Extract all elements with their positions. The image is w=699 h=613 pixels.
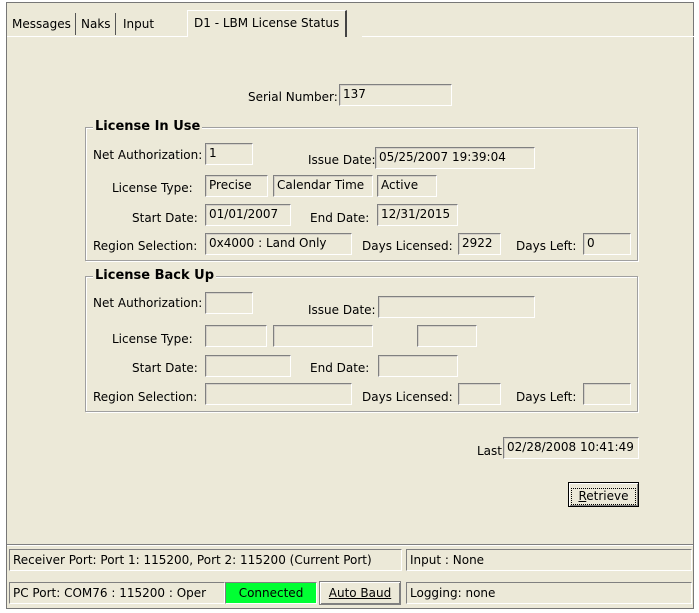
in-use-start-date-field: 01/01/2007 bbox=[205, 204, 291, 226]
in-use-end-date-label: End Date: bbox=[310, 211, 370, 225]
in-use-net-auth-label: Net Authorization: bbox=[93, 148, 203, 162]
pc-port-status: PC Port: COM76 : 115200 : Oper bbox=[9, 582, 225, 604]
backup-start-date-label: Start Date: bbox=[132, 361, 198, 375]
backup-license-type-field-1 bbox=[205, 325, 267, 347]
pc-port-value: COM76 : 115200 : Oper bbox=[64, 586, 207, 600]
backup-days-licensed-field bbox=[458, 383, 501, 405]
tab-strip: Messages Naks Input D1 - LBM License Sta… bbox=[7, 3, 694, 37]
in-use-days-licensed-label: Days Licensed: bbox=[362, 239, 453, 253]
auto-baud-button[interactable]: Auto Baud bbox=[319, 581, 401, 605]
tab-divider-right bbox=[362, 36, 694, 37]
backup-license-type-field-3 bbox=[417, 325, 477, 347]
backup-net-auth-label: Net Authorization: bbox=[93, 296, 203, 310]
in-use-license-type-field-1: Precise bbox=[205, 175, 268, 197]
receiver-port-status: Receiver Port: Port 1: 115200, Port 2: 1… bbox=[9, 549, 402, 571]
in-use-issue-date-label: Issue Date: bbox=[308, 153, 376, 167]
in-use-end-date-field: 12/31/2015 bbox=[377, 204, 458, 226]
tab-naks[interactable]: Naks bbox=[77, 13, 116, 35]
backup-region-label: Region Selection: bbox=[93, 390, 198, 404]
tab-lbm-license-status[interactable]: D1 - LBM License Status bbox=[187, 10, 348, 37]
input-status: Input : None bbox=[406, 549, 692, 571]
in-use-region-label: Region Selection: bbox=[93, 239, 198, 253]
backup-days-left-label: Days Left: bbox=[516, 390, 577, 404]
serial-number-field: 137 bbox=[339, 84, 452, 106]
backup-end-date-label: End Date: bbox=[310, 361, 370, 375]
in-use-license-type-label: License Type: bbox=[112, 181, 193, 195]
tab-divider-left bbox=[7, 36, 187, 37]
tab-input[interactable]: Input bbox=[119, 13, 158, 35]
main-window: Messages Naks Input D1 - LBM License Sta… bbox=[6, 2, 694, 609]
backup-license-type-label: License Type: bbox=[112, 332, 193, 346]
receiver-port-value: Port 1: 115200, Port 2: 115200 (Current … bbox=[100, 553, 372, 567]
in-use-days-licensed-field: 2922 bbox=[458, 233, 501, 255]
last-timestamp-field: 02/28/2008 10:41:49 bbox=[503, 437, 639, 459]
backup-days-left-field bbox=[583, 383, 631, 405]
last-label: Last: bbox=[477, 444, 507, 458]
in-use-license-type-field-3: Active bbox=[377, 175, 437, 197]
in-use-start-date-label: Start Date: bbox=[132, 211, 198, 225]
license-back-up-title: License Back Up bbox=[93, 268, 217, 284]
connected-status-badge: Connected bbox=[225, 582, 317, 604]
backup-issue-date-field bbox=[378, 296, 535, 318]
pc-port-label: PC Port: bbox=[13, 586, 61, 600]
auto-baud-label: Auto Baud bbox=[328, 586, 392, 600]
in-use-net-auth-field: 1 bbox=[205, 143, 253, 165]
backup-license-type-field-2 bbox=[273, 325, 373, 347]
logging-status: Logging: none bbox=[406, 582, 692, 604]
backup-start-date-field bbox=[205, 355, 291, 377]
tab-messages[interactable]: Messages bbox=[8, 13, 76, 35]
in-use-license-type-field-2: Calendar Time bbox=[273, 175, 373, 197]
in-use-days-left-label: Days Left: bbox=[516, 239, 577, 253]
in-use-region-field: 0x4000 : Land Only bbox=[205, 233, 352, 255]
backup-issue-date-label: Issue Date: bbox=[308, 303, 376, 317]
backup-end-date-field bbox=[378, 355, 458, 377]
status-bar-divider-highlight bbox=[7, 545, 693, 546]
backup-region-field bbox=[205, 383, 352, 405]
in-use-issue-date-field: 05/25/2007 19:39:04 bbox=[375, 147, 535, 169]
serial-number-label: Serial Number: bbox=[248, 90, 338, 104]
receiver-port-label: Receiver Port: bbox=[13, 553, 97, 567]
backup-net-auth-field bbox=[205, 292, 253, 314]
license-in-use-title: License In Use bbox=[93, 119, 203, 135]
retrieve-button-label: Retrieve bbox=[571, 487, 636, 505]
in-use-days-left-field: 0 bbox=[583, 233, 631, 255]
backup-days-licensed-label: Days Licensed: bbox=[362, 390, 453, 404]
retrieve-button[interactable]: Retrieve bbox=[568, 482, 639, 507]
